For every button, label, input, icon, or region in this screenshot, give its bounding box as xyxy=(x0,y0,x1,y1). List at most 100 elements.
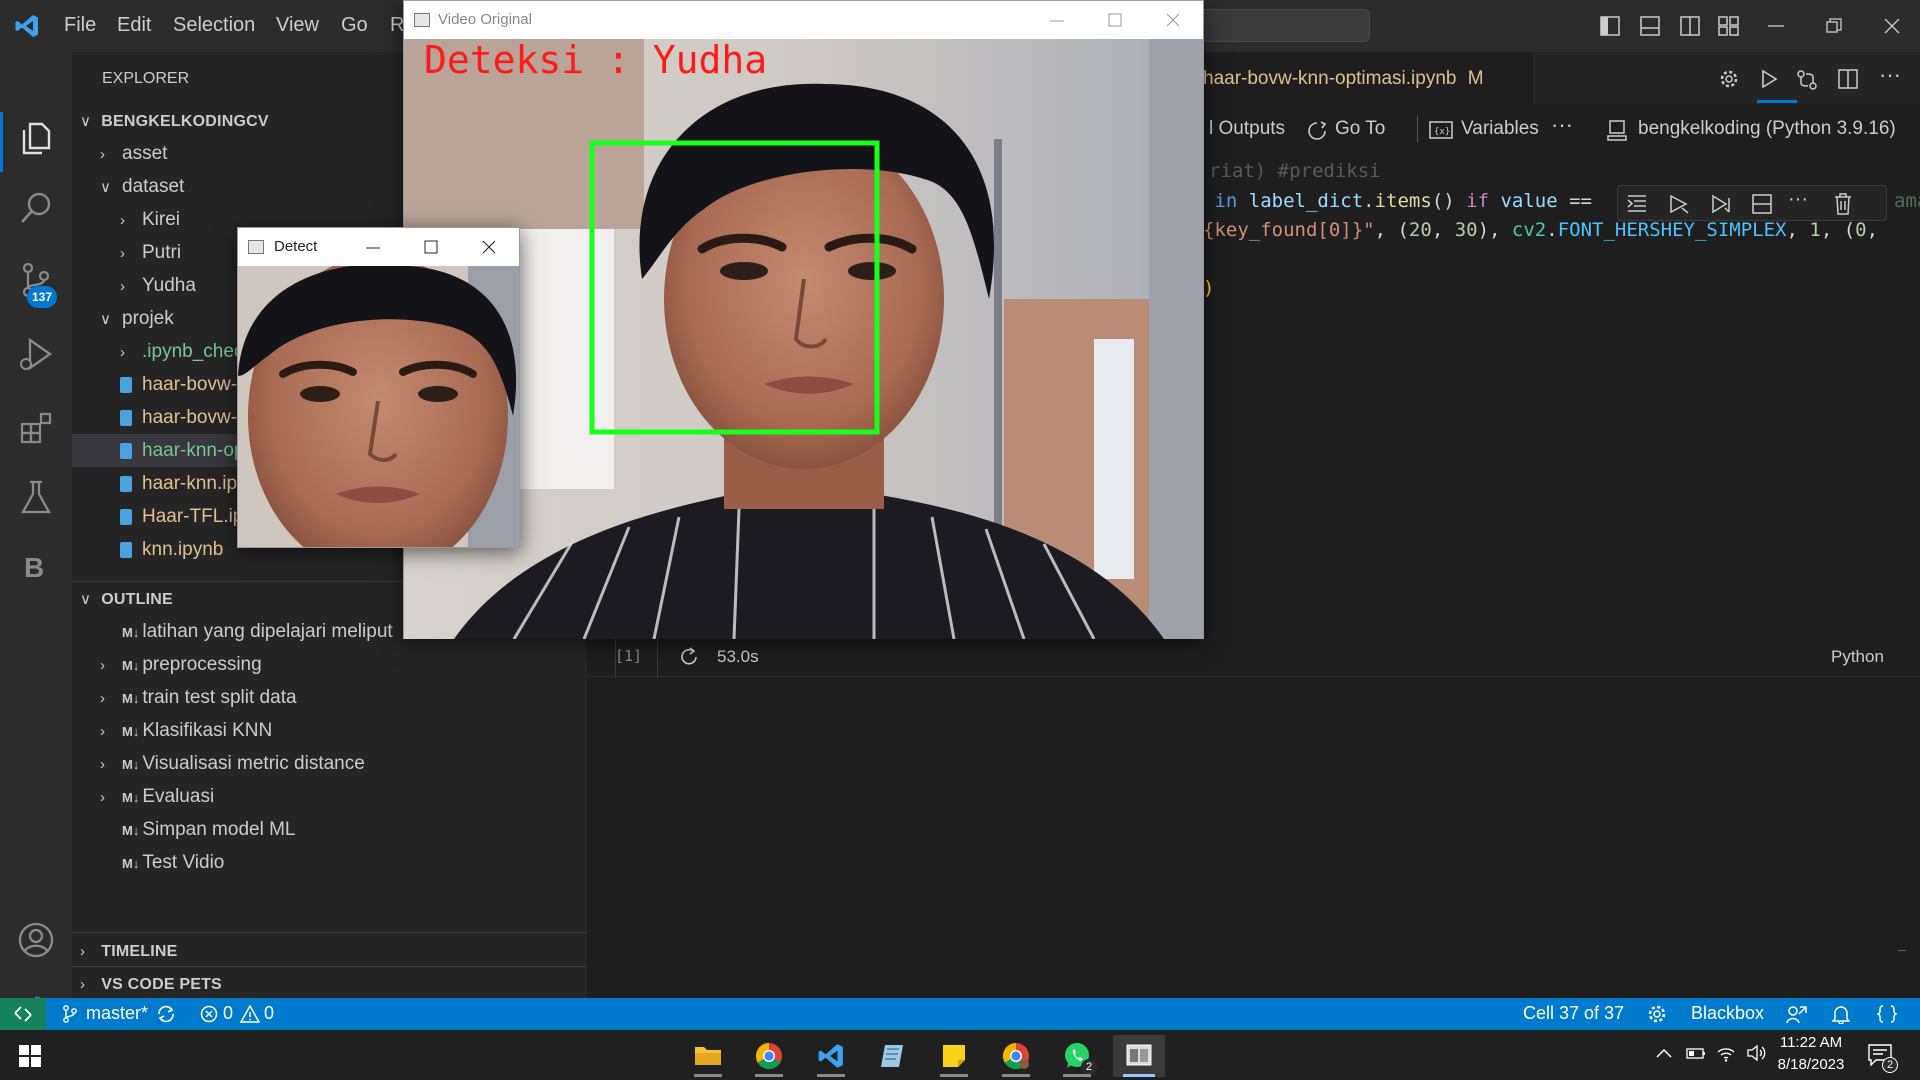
code-cell[interactable]: riat) #prediksi in label_dict.items() if… xyxy=(1203,160,1920,640)
notebook-file-icon xyxy=(120,541,132,558)
cell-position[interactable]: Cell 37 of 37 xyxy=(1523,1003,1624,1024)
execution-time: 53.0s xyxy=(717,647,759,666)
tab-active[interactable]: haar-bovw-knn-optimasi.ipynb M xyxy=(1203,52,1533,104)
error-count[interactable]: 0 xyxy=(223,1003,233,1024)
toggle-panel-icon[interactable] xyxy=(1640,16,1660,36)
cell-language[interactable]: Python xyxy=(1831,647,1884,667)
extensions-icon[interactable] xyxy=(16,408,56,448)
explorer-icon[interactable] xyxy=(16,118,56,158)
whatsapp-app[interactable]: 2 xyxy=(1051,1035,1103,1077)
run-below-icon[interactable] xyxy=(1710,194,1732,214)
chevron-up-icon[interactable] xyxy=(1656,1048,1672,1058)
braces-icon[interactable] xyxy=(1876,1004,1898,1024)
outline-item[interactable]: M↓ Test Vidio xyxy=(72,846,224,879)
clock-time[interactable]: 11:22 AM xyxy=(1776,1034,1846,1051)
toggle-secondary-sidebar-icon[interactable] xyxy=(1680,16,1700,36)
goto-button[interactable]: Go To xyxy=(1335,118,1385,140)
chevron-right-icon: › xyxy=(100,756,105,773)
window-title-bar: Video Original xyxy=(404,1,1203,39)
chrome-profile-app[interactable] xyxy=(990,1035,1042,1077)
menu-file[interactable]: File xyxy=(64,14,96,37)
activity-bar: 137 B xyxy=(0,52,72,1027)
kernel-settings-gear-icon[interactable] xyxy=(1719,69,1739,89)
windows-start-icon[interactable] xyxy=(19,1045,41,1067)
notifications-bell-icon[interactable] xyxy=(1832,1004,1850,1024)
compare-changes-icon[interactable] xyxy=(1796,69,1818,91)
close-icon[interactable] xyxy=(1884,18,1900,34)
more-actions-icon[interactable]: ··· xyxy=(1879,62,1901,88)
toggle-primary-sidebar-icon[interactable] xyxy=(1600,16,1620,36)
tree-label: .ipynb_chec xyxy=(142,341,244,362)
clock-date[interactable]: 8/18/2023 xyxy=(1770,1056,1852,1073)
opencv-window-app[interactable] xyxy=(1113,1035,1165,1077)
menu-go[interactable]: Go xyxy=(341,14,368,37)
window-close-icon[interactable] xyxy=(482,240,496,254)
sticky-notes-app[interactable] xyxy=(928,1035,980,1077)
outline-item[interactable]: › M↓ Visualisasi metric distance xyxy=(72,747,365,780)
outline-item[interactable]: › M↓ train test split data xyxy=(72,681,297,714)
warning-count[interactable]: 0 xyxy=(264,1003,274,1024)
code-token: 20 xyxy=(1408,219,1432,241)
chrome-app[interactable] xyxy=(743,1035,795,1077)
search-icon[interactable] xyxy=(16,188,56,228)
tree-label: knn.ipynb xyxy=(142,539,224,560)
vscode-app[interactable] xyxy=(805,1035,857,1077)
kernel-gear-icon[interactable] xyxy=(1646,1004,1668,1024)
scm-badge: 137 xyxy=(27,286,57,308)
volume-icon[interactable] xyxy=(1746,1044,1766,1062)
remote-indicator[interactable] xyxy=(0,998,46,1030)
run-all-icon[interactable] xyxy=(1759,69,1779,89)
testing-icon[interactable] xyxy=(16,478,56,518)
menu-selection[interactable]: Selection xyxy=(173,14,255,37)
menu-edit[interactable]: Edit xyxy=(117,14,151,37)
run-above-icon[interactable] xyxy=(1626,194,1648,214)
window-minimize-icon[interactable] xyxy=(1050,20,1064,22)
outline-item[interactable]: › M↓ Evaluasi xyxy=(72,780,214,813)
split-cell-icon[interactable] xyxy=(1752,194,1772,214)
timeline-header[interactable]: › TIMELINE xyxy=(72,934,178,967)
outputs-button[interactable]: l Outputs xyxy=(1209,118,1285,140)
outline-item[interactable]: › M↓ preprocessing xyxy=(72,648,262,681)
restore-icon[interactable] xyxy=(1826,18,1842,34)
cell-more-icon[interactable]: ··· xyxy=(1788,188,1808,211)
markdown-icon: M↓ xyxy=(122,658,140,673)
outline-item[interactable]: › M↓ Klasifikasi KNN xyxy=(72,714,272,747)
customize-layout-icon[interactable] xyxy=(1718,16,1740,36)
execute-cell-icon[interactable] xyxy=(1668,194,1690,214)
vscode-logo-icon[interactable] xyxy=(14,13,40,39)
active-indicator xyxy=(0,112,3,172)
split-editor-icon[interactable] xyxy=(1838,69,1858,89)
blackbox-extension-icon[interactable]: B xyxy=(24,552,44,584)
video-original-window[interactable]: Video Original Deteksi: Yudha xyxy=(403,0,1204,639)
live-share-icon[interactable] xyxy=(1786,1004,1808,1024)
sync-icon[interactable] xyxy=(156,1005,176,1023)
git-branch[interactable]: master* xyxy=(86,1003,148,1024)
kernel-picker[interactable]: bengkelkoding (Python 3.9.16) xyxy=(1638,118,1896,140)
tree-label: Kirei xyxy=(142,209,181,230)
window-minimize-icon[interactable] xyxy=(366,247,380,249)
tree-label: haar-knn-op xyxy=(142,440,245,461)
outline-header[interactable]: ∨ OUTLINE xyxy=(72,582,173,615)
window-close-icon[interactable] xyxy=(1166,13,1180,27)
blackbox-status[interactable]: Blackbox xyxy=(1691,1003,1764,1024)
battery-icon[interactable] xyxy=(1686,1045,1706,1061)
tree-label: haar-bovw-l xyxy=(142,407,242,428)
accounts-icon[interactable] xyxy=(16,920,56,960)
notes-app[interactable] xyxy=(866,1035,918,1077)
chevron-right-icon: › xyxy=(120,245,125,262)
window-maximize-icon[interactable] xyxy=(424,240,438,254)
run-debug-icon[interactable] xyxy=(16,334,56,374)
toolbar-more-button[interactable]: ··· xyxy=(1551,112,1573,138)
window-maximize-icon[interactable] xyxy=(1108,13,1122,27)
code-token: items xyxy=(1374,190,1432,212)
vscode-pets-header[interactable]: › VS CODE PETS xyxy=(72,967,222,1000)
outline-item[interactable]: M↓ latihan yang dipelajari meliput xyxy=(72,615,393,648)
file-explorer-app[interactable] xyxy=(682,1035,734,1077)
delete-cell-trash-icon[interactable] xyxy=(1834,193,1852,215)
variables-button[interactable]: Variables xyxy=(1461,118,1539,140)
detect-window[interactable]: Detect xyxy=(237,227,520,548)
wifi-icon[interactable] xyxy=(1716,1044,1736,1062)
minimize-icon[interactable] xyxy=(1768,24,1784,28)
menu-view[interactable]: View xyxy=(276,14,319,37)
outline-item[interactable]: M↓ Simpan model ML xyxy=(72,813,295,846)
